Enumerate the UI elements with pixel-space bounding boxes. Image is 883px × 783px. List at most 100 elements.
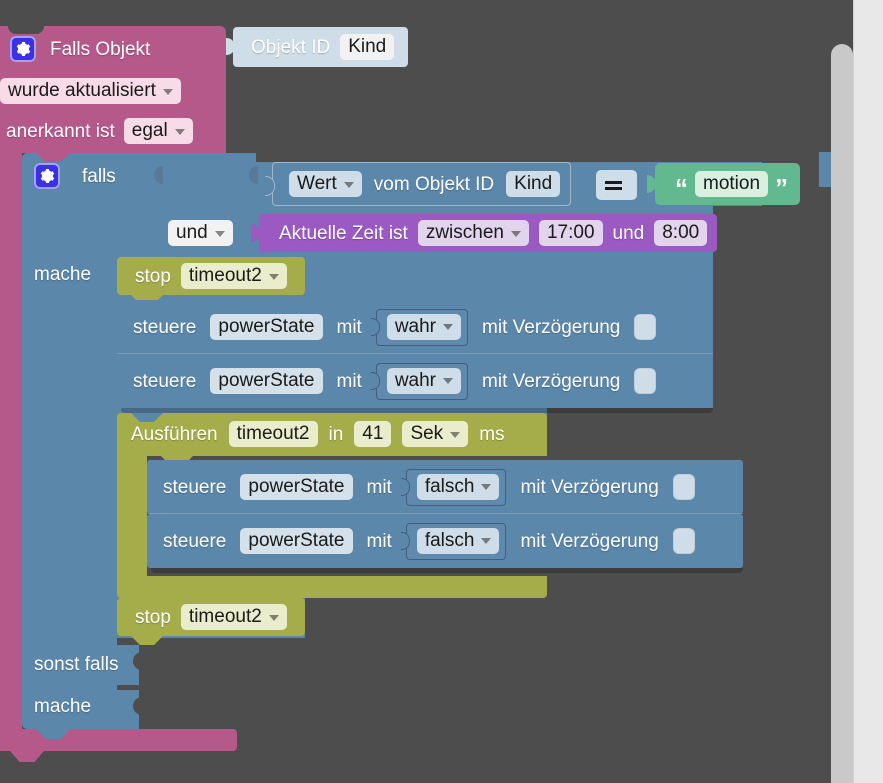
- chevron-down-icon: [481, 484, 492, 490]
- string-value: motion: [703, 173, 761, 194]
- time-comparison-dropdown[interactable]: zwischen: [417, 220, 529, 246]
- time-end-field[interactable]: 8:00: [654, 220, 708, 246]
- time-and-label: und: [612, 222, 645, 244]
- control-state-id-field[interactable]: powerState: [210, 368, 323, 394]
- trigger-ack-label: anerkannt ist: [6, 120, 115, 142]
- timeout-in-label: in: [328, 423, 344, 445]
- trigger-ack-row: anerkannt ist egal: [0, 118, 193, 144]
- value-selector-dropdown[interactable]: Wert: [289, 171, 362, 197]
- control-delay-checkbox[interactable]: [672, 474, 695, 500]
- chevron-down-icon: [443, 378, 454, 384]
- object-id-value: Kind: [348, 36, 387, 57]
- value-object-id: Kind: [514, 173, 553, 194]
- control-value-dropdown[interactable]: falsch: [416, 473, 500, 500]
- chevron-down-icon: [174, 128, 185, 135]
- control-state-row[interactable]: steuere powerState mit wahr mit Verzöger…: [117, 354, 713, 408]
- control-delay-label: mit Verzögerung: [520, 476, 659, 498]
- control-label: steuere: [133, 370, 197, 392]
- open-quote-icon: “: [675, 173, 688, 203]
- chevron-down-icon: [214, 230, 225, 237]
- get-value-block[interactable]: Wert vom Objekt ID Kind: [264, 162, 572, 206]
- trigger-condition-dropdown[interactable]: wurde aktualisiert: [0, 78, 181, 104]
- control-with-label: mit: [336, 316, 362, 338]
- time-condition-block[interactable]: Aktuelle Zeit ist zwischen 17:00 und 8:0…: [250, 214, 718, 252]
- timeout-duration: 41: [362, 423, 384, 444]
- control-delay-checkbox[interactable]: [672, 528, 695, 554]
- object-id-label: Objekt ID: [251, 36, 331, 58]
- trigger-ack-value: egal: [131, 120, 168, 141]
- time-end-value: 8:00: [662, 222, 700, 243]
- else-do-socket-opening: [117, 690, 883, 729]
- value-selector-label: Wert: [297, 173, 337, 194]
- control-state-row[interactable]: steuere powerState mit wahr mit Verzöger…: [117, 300, 713, 354]
- control-rows-shadow: [151, 568, 743, 573]
- stop-label: stop: [135, 606, 171, 628]
- chevron-down-icon: [450, 431, 461, 438]
- timeout-name-field[interactable]: timeout2: [228, 421, 318, 447]
- object-id-value-block[interactable]: Objekt ID Kind: [225, 27, 409, 67]
- control-delay-checkbox[interactable]: [634, 314, 657, 340]
- chevron-down-icon: [510, 230, 521, 237]
- time-condition-label: Aktuelle Zeit ist: [279, 222, 408, 244]
- control-state-id-field[interactable]: powerState: [240, 528, 353, 554]
- timeout-unit: Sek: [410, 423, 444, 444]
- timeout-name: timeout2: [236, 423, 310, 444]
- control-delay-label: mit Verzögerung: [482, 316, 621, 338]
- else-if-label: sonst falls: [34, 654, 119, 675]
- chevron-down-icon: [481, 538, 492, 544]
- control-label: steuere: [163, 530, 227, 552]
- chevron-down-icon: [268, 273, 279, 280]
- vertical-scrollbar-thumb[interactable]: [831, 44, 853, 783]
- control-value-socket[interactable]: wahr: [375, 308, 469, 346]
- from-object-label: vom Objekt ID: [373, 173, 495, 195]
- control-value-dropdown[interactable]: wahr: [386, 313, 462, 340]
- timeout-unit-suffix: ms: [479, 423, 505, 445]
- control-with-label: mit: [366, 476, 392, 498]
- blockly-workspace[interactable]: Falls Objekt wurde aktualisiert anerkann…: [0, 0, 883, 783]
- control-value-socket[interactable]: falsch: [405, 522, 507, 560]
- control-with-label: mit: [336, 370, 362, 392]
- control-state-id-field[interactable]: powerState: [240, 474, 353, 500]
- control-label: steuere: [133, 316, 197, 338]
- control-delay-checkbox[interactable]: [634, 368, 657, 394]
- vertical-scrollbar-track[interactable]: [853, 0, 883, 783]
- if-do-label: mache: [34, 264, 92, 285]
- logic-join-dropdown[interactable]: und: [168, 220, 233, 246]
- stop-timer-dropdown[interactable]: timeout2: [180, 604, 287, 630]
- timeout-duration-field[interactable]: 41: [354, 421, 392, 447]
- control-value: falsch: [424, 529, 475, 551]
- chevron-down-icon: [268, 614, 279, 621]
- stop-timer-dropdown[interactable]: timeout2: [180, 263, 287, 289]
- control-value: wahr: [394, 315, 437, 337]
- gear-icon[interactable]: [10, 36, 36, 62]
- control-state-id-field[interactable]: powerState: [210, 314, 323, 340]
- timeout-label: Ausführen: [131, 423, 218, 445]
- control-value-socket[interactable]: wahr: [375, 362, 469, 400]
- trigger-block-bottom: [0, 729, 237, 751]
- if-block-cut-top-right: [256, 153, 883, 162]
- trigger-header-row: Falls Objekt: [10, 36, 150, 62]
- control-state-id: powerState: [218, 316, 315, 337]
- stop-timer-block-top[interactable]: stop timeout2: [117, 257, 305, 295]
- control-value-socket[interactable]: falsch: [405, 468, 507, 506]
- trigger-ack-dropdown[interactable]: egal: [123, 118, 193, 144]
- stop-timer-block-bottom[interactable]: stop timeout2: [117, 598, 305, 636]
- control-state-id: powerState: [248, 476, 345, 497]
- gear-icon[interactable]: [34, 163, 60, 189]
- value-object-id-field[interactable]: Kind: [506, 171, 561, 197]
- control-delay-label: mit Verzögerung: [482, 370, 621, 392]
- control-state-row[interactable]: steuere powerState mit falsch mit Verzög…: [147, 460, 743, 514]
- time-comparison-value: zwischen: [425, 222, 504, 243]
- control-value-dropdown[interactable]: falsch: [416, 527, 500, 554]
- string-literal-block[interactable]: “ motion ”: [646, 163, 801, 205]
- string-value-field[interactable]: motion: [695, 171, 769, 197]
- comparison-operator-dropdown[interactable]: =: [596, 170, 637, 200]
- control-state-row[interactable]: steuere powerState mit falsch mit Verzög…: [147, 514, 743, 568]
- control-value-dropdown[interactable]: wahr: [386, 367, 462, 394]
- chevron-down-icon: [162, 88, 173, 95]
- else-if-socket-opening: [117, 645, 883, 685]
- logic-join-label: und: [176, 222, 208, 243]
- timeout-unit-dropdown[interactable]: Sek: [402, 421, 469, 447]
- time-start-field[interactable]: 17:00: [538, 220, 603, 246]
- object-id-field[interactable]: Kind: [340, 34, 395, 60]
